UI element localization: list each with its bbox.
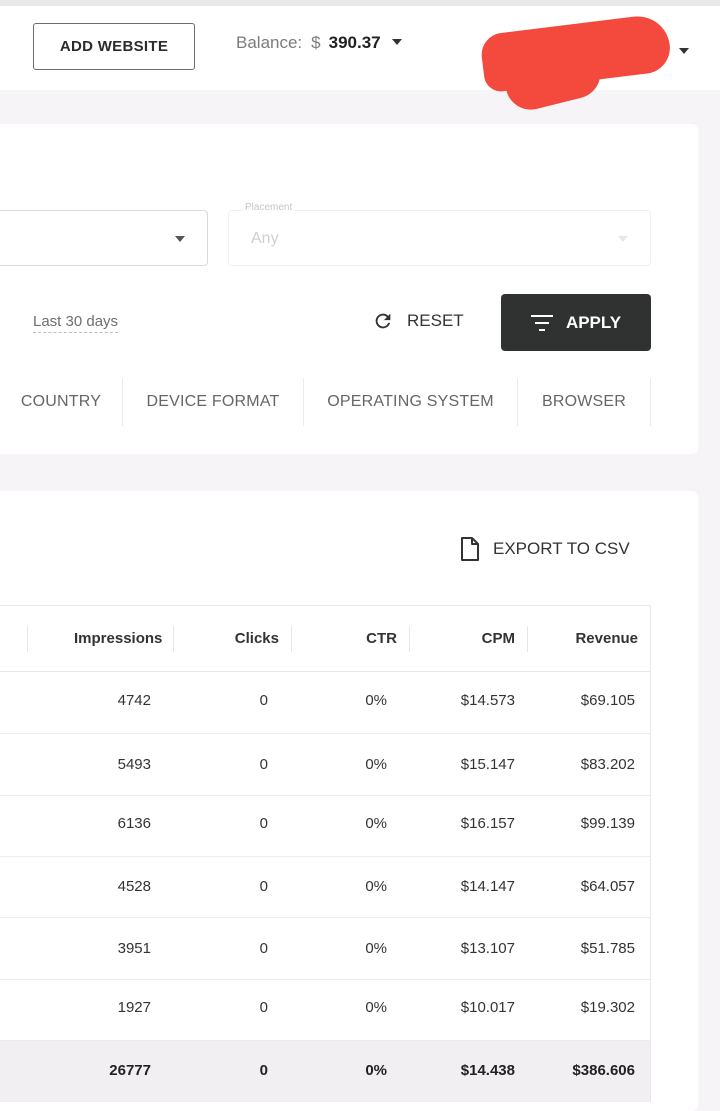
ctr-cell: 0% — [365, 815, 387, 832]
clicks-cell: 0 — [259, 756, 268, 773]
ctr-cell: 0% — [365, 878, 387, 895]
impressions-cell: 6136 — [117, 815, 151, 832]
column-header-clicks[interactable]: Clicks — [235, 630, 279, 647]
total-cpm: $14.438 — [460, 1062, 515, 1079]
breakdown-tabs: COUNTRY DEVICE FORMAT OPERATING SYSTEM B… — [0, 378, 651, 426]
apply-button[interactable]: APPLY — [501, 294, 651, 351]
currency-symbol: $ — [311, 33, 321, 52]
impressions-cell: 5493 — [117, 756, 151, 773]
column-divider — [173, 626, 174, 652]
report-table: Impressions Clicks CTR CPM Revenue 4742 … — [0, 605, 651, 1102]
cpm-cell: $14.573 — [460, 692, 515, 709]
user-menu-chevron-down-icon[interactable] — [679, 48, 689, 54]
table-header: Impressions Clicks CTR CPM Revenue — [0, 606, 650, 672]
column-header-impressions[interactable]: Impressions — [74, 630, 162, 647]
table-row: 1927 0 0% $10.017 $19.302 — [0, 980, 650, 1041]
tab-device-format[interactable]: DEVICE FORMAT — [123, 378, 303, 426]
export-label: EXPORT TO CSV — [493, 539, 630, 558]
total-impressions: 26777 — [109, 1062, 151, 1079]
tab-browser[interactable]: BROWSER — [518, 378, 650, 426]
column-divider — [291, 626, 292, 652]
total-clicks: 0 — [259, 1062, 268, 1079]
tab-operating-system[interactable]: OPERATING SYSTEM — [304, 378, 517, 426]
balance-dropdown[interactable]: Balance: $ 390.37 — [236, 33, 402, 53]
date-range-picker[interactable]: Last 30 days — [33, 313, 119, 333]
column-divider — [27, 626, 28, 652]
revenue-cell: $69.105 — [580, 692, 635, 709]
table-row: 4742 0 0% $14.573 $69.105 — [0, 672, 650, 734]
total-ctr: 0% — [365, 1062, 387, 1079]
revenue-cell: $19.302 — [580, 999, 635, 1016]
impressions-cell: 4528 — [117, 878, 151, 895]
revenue-cell: $83.202 — [580, 756, 635, 773]
impressions-cell: 1927 — [117, 999, 151, 1016]
column-header-revenue[interactable]: Revenue — [575, 630, 638, 647]
cpm-cell: $13.107 — [460, 940, 515, 957]
clicks-cell: 0 — [259, 878, 268, 895]
ctr-cell: 0% — [365, 940, 387, 957]
cpm-cell: $10.017 — [460, 999, 515, 1016]
filter-icon — [530, 314, 553, 331]
clicks-cell: 0 — [259, 999, 268, 1016]
cpm-cell: $15.147 — [460, 756, 515, 773]
ctr-cell: 0% — [365, 999, 387, 1016]
tab-country[interactable]: COUNTRY — [0, 378, 122, 426]
export-csv-button[interactable]: EXPORT TO CSV — [460, 537, 630, 561]
apply-label: APPLY — [565, 312, 622, 332]
file-icon — [461, 537, 479, 561]
impressions-cell: 4742 — [117, 692, 151, 709]
clicks-cell: 0 — [259, 692, 268, 709]
ctr-cell: 0% — [365, 756, 387, 773]
cpm-cell: $16.157 — [460, 815, 515, 832]
revenue-cell: $99.139 — [580, 815, 635, 832]
column-divider — [409, 626, 410, 652]
chevron-down-icon — [391, 39, 402, 45]
column-header-ctr[interactable]: CTR — [366, 630, 397, 647]
table-row: 6136 0 0% $16.157 $99.139 — [0, 796, 650, 857]
reset-label: RESET — [407, 311, 464, 330]
placement-label: Placement — [243, 202, 295, 213]
placement-select[interactable]: Placement Any — [228, 202, 651, 266]
cpm-cell: $14.147 — [460, 878, 515, 895]
impressions-cell: 3951 — [117, 940, 151, 957]
balance-label: Balance: — [236, 33, 303, 52]
filter-select[interactable] — [0, 210, 208, 266]
table-row: 5493 0 0% $15.147 $83.202 — [0, 734, 650, 796]
table-row: 4528 0 0% $14.147 $64.057 — [0, 857, 650, 918]
top-bar: ADD WEBSITE Balance: $ 390.37 — [0, 6, 720, 115]
reset-button[interactable]: RESET — [372, 310, 464, 332]
placement-value: Any — [251, 230, 279, 247]
totals-row: 26777 0 0% $14.438 $386.606 — [0, 1041, 650, 1102]
revenue-cell: $64.057 — [580, 878, 635, 895]
column-divider — [527, 626, 528, 652]
refresh-icon — [375, 313, 391, 329]
balance-amount: 390.37 — [328, 33, 381, 52]
tab-divider — [650, 378, 651, 426]
chevron-down-icon — [618, 236, 628, 242]
total-revenue: $386.606 — [572, 1062, 635, 1079]
add-website-button[interactable]: ADD WEBSITE — [33, 23, 195, 70]
table-row: 3951 0 0% $13.107 $51.785 — [0, 918, 650, 980]
ctr-cell: 0% — [365, 692, 387, 709]
clicks-cell: 0 — [259, 815, 268, 832]
revenue-cell: $51.785 — [580, 940, 635, 957]
clicks-cell: 0 — [259, 940, 268, 957]
chevron-down-icon — [175, 236, 185, 242]
column-header-cpm[interactable]: CPM — [482, 630, 515, 647]
